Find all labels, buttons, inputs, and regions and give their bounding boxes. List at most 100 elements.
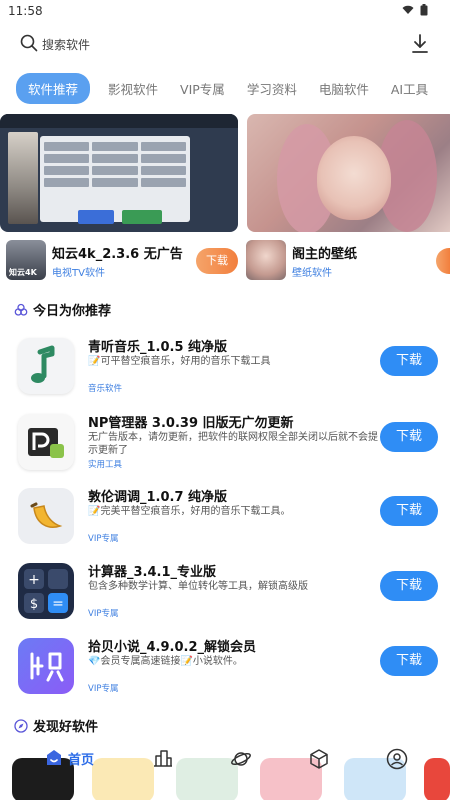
app-title: 青听音乐_1.0.5 纯净版: [88, 340, 228, 355]
list-item[interactable]: + $ = 计算器_3.4.1_专业版 包含多种数学计算、单位转化等工具，解锁高级版…: [18, 561, 438, 629]
app-icon: + $ =: [18, 563, 74, 619]
download-button[interactable]: 下载: [380, 346, 438, 376]
app-description: 📝可平替空痕音乐，好用的音乐下载工具: [88, 356, 271, 367]
banner-poster: [8, 132, 38, 224]
featured-banner-zhiyun[interactable]: [0, 114, 238, 232]
tab-vip[interactable]: VIP专属: [180, 79, 225, 98]
featured-download-button[interactable]: [436, 248, 450, 274]
app-category[interactable]: VIP专属: [88, 607, 118, 619]
category-tabs: 软件推荐 影视软件 VIP专属 学习资料 电脑软件 AI工具: [16, 72, 450, 104]
buildings-icon: [154, 750, 172, 767]
compass-icon: [14, 718, 28, 733]
featured-app-card[interactable]: 阁主的壁纸 壁纸软件: [246, 240, 450, 284]
tab-video-software[interactable]: 影视软件: [108, 79, 158, 98]
section-today-label: 今日为你推荐: [33, 304, 112, 319]
featured-app-category[interactable]: 电视TV软件: [52, 264, 105, 279]
app-category[interactable]: VIP专属: [88, 532, 118, 544]
section-discover-label: 发现好软件: [33, 720, 99, 735]
cube-icon: [310, 749, 328, 769]
app-icon: [18, 488, 74, 544]
nav-home[interactable]: 首页: [44, 748, 94, 768]
user-icon: [386, 748, 408, 770]
battery-icon: [420, 4, 428, 16]
download-icon[interactable]: [410, 33, 430, 55]
np-manager-icon: [28, 428, 64, 458]
grid-cell: [44, 166, 90, 175]
nav-category[interactable]: [152, 748, 174, 768]
grid-cell: [140, 178, 186, 187]
featured-app-title: 阁主的壁纸: [292, 247, 358, 262]
banner-blue-bar: [78, 210, 114, 224]
featured-banner-wallpaper[interactable]: [247, 114, 450, 232]
planet-icon: [231, 752, 251, 766]
grid-cell: [92, 154, 138, 163]
app-icon: [18, 638, 74, 694]
status-time: 11:58: [8, 4, 43, 18]
home-icon: [47, 750, 61, 765]
app-title: 敦伦调调_1.0.7 纯净版: [88, 490, 228, 505]
nav-apps[interactable]: [308, 748, 330, 770]
banner-green-bar: [122, 210, 162, 224]
wifi-icon: [402, 5, 414, 14]
download-button[interactable]: 下载: [380, 646, 438, 676]
grid-cell: [44, 178, 90, 187]
app-icon: [18, 338, 74, 394]
status-bar: 11:58: [0, 0, 450, 22]
svg-text:$: $: [30, 597, 38, 612]
calculator-icon: + $ =: [24, 569, 68, 613]
nav-home-label: 首页: [68, 752, 95, 768]
app-thumb-label: 知云4K: [9, 268, 37, 277]
status-icons: [402, 4, 428, 16]
grid-cell: [44, 142, 90, 151]
app-thumbnail: 知云4K: [6, 240, 46, 280]
section-today-title: 今日为你推荐: [14, 300, 111, 319]
grid-cell: [140, 142, 186, 151]
banner-grid: [44, 142, 186, 187]
banner-portrait: [317, 136, 391, 220]
svg-text:+: +: [28, 572, 40, 588]
nav-profile[interactable]: [386, 748, 408, 770]
app-title: NP管理器 3.0.39 旧版无广勿更新: [88, 416, 294, 431]
app-description: 无广告版本，请勿更新，把软件的联网权限全部关闭以后就不会提示更新了: [88, 432, 378, 456]
tab-pc-software[interactable]: 电脑软件: [319, 79, 369, 98]
banana-icon: [30, 502, 63, 528]
list-item[interactable]: 敦伦调调_1.0.7 纯净版 📝完美平替空痕音乐，好用的音乐下载工具。 VIP专…: [18, 486, 438, 554]
download-button[interactable]: 下载: [380, 422, 438, 452]
featured-app-title: 知云4k_2.3.6 无广告: [52, 247, 183, 262]
app-thumbnail: [246, 240, 286, 280]
grid-cell: [92, 142, 138, 151]
section-discover-title: 发现好软件: [14, 716, 98, 735]
featured-download-button[interactable]: 下载: [196, 248, 238, 274]
clover-icon: [14, 303, 28, 316]
download-button[interactable]: 下载: [380, 496, 438, 526]
grid-cell: [140, 166, 186, 175]
music-note-icon: [31, 345, 55, 383]
banner-topbar: [0, 114, 238, 128]
list-item[interactable]: 青听音乐_1.0.5 纯净版 📝可平替空痕音乐，好用的音乐下载工具 音乐软件 下…: [18, 336, 438, 404]
search-icon[interactable]: [20, 34, 38, 52]
app-category[interactable]: VIP专属: [88, 682, 118, 694]
svg-text:=: =: [52, 596, 64, 612]
search-input[interactable]: 搜索软件: [42, 36, 90, 53]
app-icon: [18, 414, 74, 470]
book-reader-icon: [30, 652, 64, 682]
app-description: 💎会员专属高速链接📝小说软件。: [88, 656, 243, 667]
list-item[interactable]: 拾贝小说_4.9.0.2_解锁会员 💎会员专属高速链接📝小说软件。 VIP专属 …: [18, 636, 438, 704]
tab-study[interactable]: 学习资料: [247, 79, 297, 98]
featured-app-category[interactable]: 壁纸软件: [292, 264, 332, 279]
featured-app-card[interactable]: 知云4K 知云4k_2.3.6 无广告 电视TV软件 下载: [6, 240, 242, 284]
download-button[interactable]: 下载: [380, 571, 438, 601]
grid-cell: [92, 178, 138, 187]
nav-discover[interactable]: [230, 748, 252, 770]
app-category[interactable]: 实用工具: [88, 458, 122, 470]
tab-ai-tools[interactable]: AI工具: [391, 79, 428, 98]
grid-cell: [44, 154, 90, 163]
app-category[interactable]: 音乐软件: [88, 382, 122, 394]
bottom-navigation: 首页: [0, 744, 450, 780]
search-bar[interactable]: 搜索软件: [0, 26, 450, 62]
grid-cell: [140, 154, 186, 163]
grid-cell: [92, 166, 138, 175]
app-title: 拾贝小说_4.9.0.2_解锁会员: [88, 640, 256, 655]
list-item[interactable]: NP管理器 3.0.39 旧版无广勿更新 无广告版本，请勿更新，把软件的联网权限…: [18, 412, 438, 480]
tab-software-recommend[interactable]: 软件推荐: [16, 72, 91, 104]
